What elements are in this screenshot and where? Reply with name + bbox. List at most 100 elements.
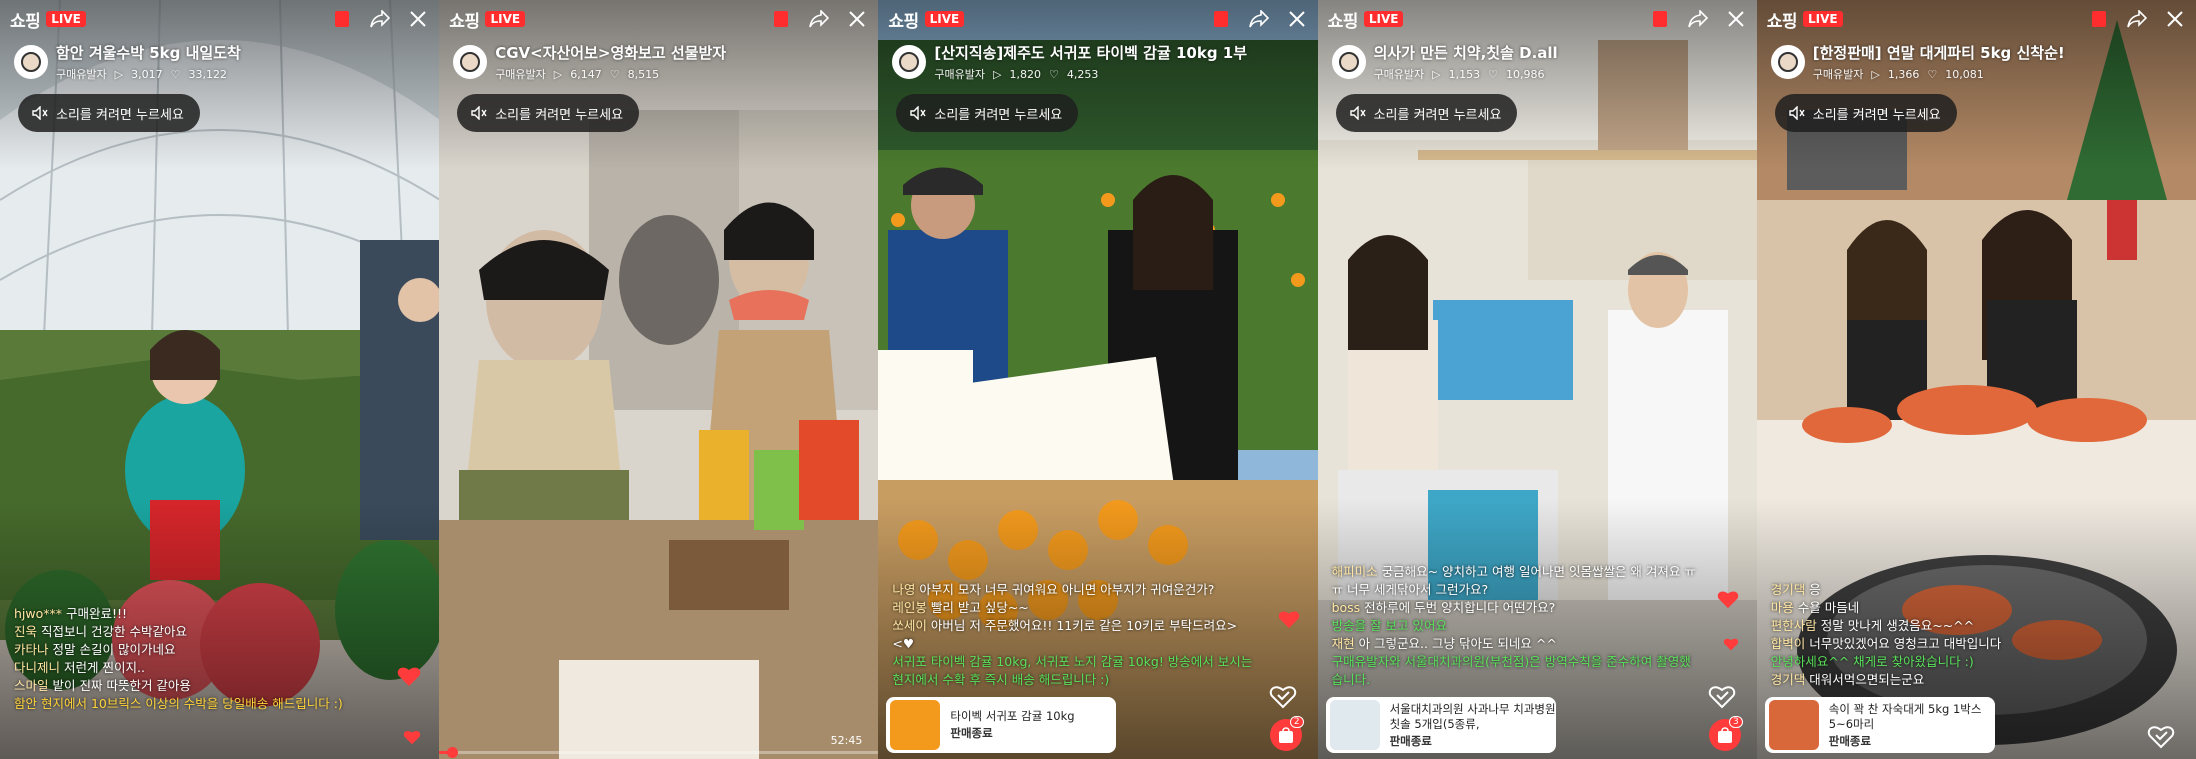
live-panel-dental[interactable]: 쇼핑 LIVE 의사가 만든 치약,칫솔 D.all 구매유발자 ▷ 1,153 ♡ 1… [1317,0,1757,759]
channel-name: 구매유발자 [56,68,107,81]
like-count-icon: ♡ [609,68,620,81]
share-arrow-icon[interactable] [2126,8,2148,30]
sound-on-button[interactable]: 소리를 켜려면 누르세요 [18,94,200,132]
channel-name: 구매유발자 [1812,68,1864,81]
channel-info[interactable]: CGV<자산어보>영화보고 선물받자 구매유발자 ▷ 6,147 ♡ 8,515 [453,42,868,82]
chat-log: 경기댁 응 마용 수욜 마듬네 편한사람 정말 맛나게 생겼음요~~^^ 합벽이 너무맛… [1771,581,2136,689]
broadcast-stats: 구매유발자 ▷ 6,147 ♡ 8,515 [495,66,726,82]
share-arrow-icon[interactable] [369,8,391,30]
chat-text: 전하루에 두번 양치합니다 어떤가요? [1364,600,1556,615]
like-count-icon: ♡ [170,68,181,81]
notice-message: 구매유발자와 서울대치과의원(부천점)은 방역수칙을 준수하여 촬영했습니다. [1332,653,1697,689]
chat-message: 다니제니 저런게 찐이지.. [14,659,379,677]
sound-on-label: 소리를 켜려면 누르세요 [495,107,624,123]
product-card[interactable]: 속이 꽉 찬 자숙대게 5kg 1박스 5~6마리 판매종료 [1764,697,1995,753]
sound-on-button[interactable]: 소리를 켜려면 누르세요 [896,94,1079,132]
avatar[interactable] [14,45,48,79]
heart-icon[interactable] [1723,637,1739,651]
chat-text: 궁금해요~ 양치하고 여행 일어나면 잇몸쌉쌀은 왜 겨져요 ㅠㅠ 너무 세게닦… [1331,564,1696,597]
top-bar: 쇼핑 LIVE [1328,6,1747,32]
product-thumbnail [890,700,941,750]
product-card[interactable]: 서울대치과의원 사과나무 치과병원 칫솔 5개입(5종류, 판매종료 [1325,697,1556,753]
chat-message: 카타나 정말 손길이 많이가네요 [14,641,379,659]
product-card[interactable]: 타이벡 서귀포 감귤 10kg 판매종료 [886,697,1117,753]
chat-text: 대워서먹으면되는군요 [1809,672,1925,687]
live-panel-watermelon[interactable]: 쇼핑 LIVE 함안 겨울수박 5kg 내일도착 구매유발자 ▷ 3,017 ♡ 33,… [0,0,440,759]
product-status: 판매종료 [950,726,993,740]
cart-count-badge: 2 [1289,716,1304,728]
chat-text: 수욜 마듬네 [1797,600,1860,615]
share-heart-icon[interactable] [1268,681,1298,711]
heart-icon[interactable] [397,665,421,687]
heart-icon[interactable] [403,729,421,745]
sound-on-button[interactable]: 소리를 켜려면 누르세요 [1335,94,1518,132]
chat-text: 방송을 잘 보고 있어요 [1331,618,1447,633]
shopping-bag-button[interactable]: 2 [1269,716,1304,751]
close-icon[interactable] [2164,8,2186,30]
chat-message: 경기댁 응 [1771,581,2136,599]
close-icon[interactable] [407,8,429,30]
chat-user: 마용 [1770,600,1794,615]
speaker-muted-icon [32,106,48,120]
close-icon[interactable] [846,8,868,30]
record-icon[interactable] [770,8,792,30]
shopping-bag-button[interactable]: 3 [1708,716,1743,751]
sound-on-label: 소리를 켜려면 누르세요 [1373,107,1502,123]
notice-message: 서귀포 타이벡 감귤 10kg, 서귀포 노지 감귤 10kg! 방송에서 보시… [892,653,1257,689]
share-arrow-icon[interactable] [1248,8,1270,30]
broadcast-title: 함안 겨울수박 5kg 내일도착 [56,44,241,62]
chat-text: 응 [1809,582,1821,597]
record-icon[interactable] [331,8,353,30]
chat-text: 밭이 진짜 따뜻한거 같아용 [52,678,191,693]
progress-bar[interactable] [439,747,879,758]
channel-info[interactable]: [한정판매] 연말 대게파티 5kg 신착순! 구매유발자 ▷ 1,366 ♡ 10,0… [1770,42,2186,82]
live-panel-cgv[interactable]: 쇼핑 LIVE CGV<자산어보>영화보고 선물받자 구매유발자 ▷ 6,147 ♡ 8… [439,0,879,759]
channel-info[interactable]: 의사가 만든 치약,칫솔 D.all 구매유발자 ▷ 1,153 ♡ 10,986 [1331,42,1747,82]
heart-icon[interactable] [1278,609,1300,629]
sound-on-button[interactable]: 소리를 켜려면 누르세요 [1774,94,1957,132]
chat-text: 아버님 저 주문했어요!! 11키로 같은 10키로 부탁드려요> <♥ [892,618,1238,651]
channel-name: 구매유발자 [495,68,546,81]
notice-message: 함안 현지에서 10브릭스 이상의 수박을 당일배송 해드립니다 :) [14,695,379,713]
share-heart-icon[interactable] [2146,721,2176,751]
channel-info[interactable]: 함안 겨울수박 5kg 내일도착 구매유발자 ▷ 3,017 ♡ 33,122 [14,42,429,82]
product-status: 판매종료 [1389,733,1432,748]
brand-label: 쇼핑 [1327,11,1359,32]
avatar[interactable] [892,45,927,79]
broadcast-stats: 구매유발자 ▷ 3,017 ♡ 33,122 [56,66,241,82]
speaker-muted-icon [1349,106,1366,120]
like-count-icon: ♡ [1048,68,1059,81]
product-thumbnail [1329,700,1380,750]
close-icon[interactable] [1725,8,1747,30]
heart-icon[interactable] [1717,589,1739,609]
chat-message: 마용 수욜 마듬네 [1771,599,2136,617]
avatar[interactable] [1770,45,1805,79]
sound-on-button[interactable]: 소리를 켜려면 누르세요 [457,94,640,132]
like-count-icon: ♡ [1488,68,1499,81]
chat-user: 쏘세이 [892,618,927,633]
share-heart-icon[interactable] [1707,681,1737,711]
record-icon[interactable] [1649,8,1671,30]
chat-user: 다니제니 [14,660,61,675]
chat-message: 합벽이 너무맛있겠어요 영청크고 대박입니다 [1771,635,2136,653]
avatar[interactable] [1331,45,1366,79]
top-bar: 쇼핑 LIVE [10,6,429,32]
close-icon[interactable] [1286,8,1308,30]
chat-user: 스마일 [14,678,49,693]
channel-info[interactable]: [산지직송]제주도 서귀포 타이벡 감귤 10kg 1부 구매유발자 ▷ 1,820… [892,42,1307,82]
product-title: 속이 꽉 찬 자숙대게 5kg 1박스 5~6마리 [1828,701,1982,731]
chat-user: 해피미소 [1331,564,1378,579]
top-bar: 쇼핑 LIVE [888,6,1307,32]
brand-label: 쇼핑 [449,11,480,32]
avatar[interactable] [453,45,488,79]
live-panel-crab[interactable]: 쇼핑 LIVE [한정판매] 연말 대게파티 5kg 신착순! 구매유발자 ▷ 1,… [1756,0,2196,759]
chat-user: boss [1331,600,1361,615]
record-icon[interactable] [2088,8,2110,30]
chat-text: 정말 손길이 많이가네요 [52,642,176,657]
share-arrow-icon[interactable] [1687,8,1709,30]
like-count: 4,253 [1066,68,1099,81]
share-arrow-icon[interactable] [808,8,830,30]
live-panel-tangerine[interactable]: 쇼핑 LIVE [산지직송]제주도 서귀포 타이벡 감귤 10kg 1부 구매유… [878,0,1318,759]
chat-message: 스마일 밭이 진짜 따뜻한거 같아용 [14,677,379,695]
record-icon[interactable] [1210,8,1232,30]
